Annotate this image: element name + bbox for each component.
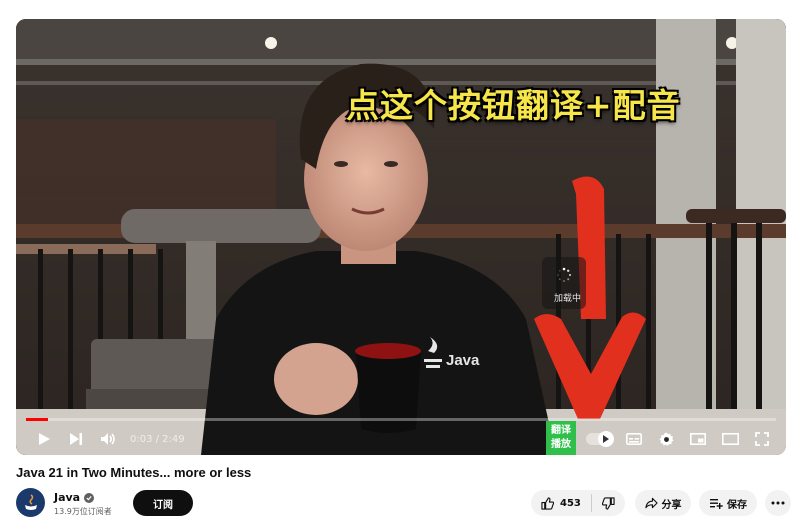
channel-name-text: Java [54,491,81,504]
share-icon [644,497,658,509]
translate-dub-button[interactable]: 翻译 播放 [546,421,576,455]
translate-label-1: 翻译 [551,425,571,436]
video-title: Java 21 in Two Minutes... more or less [16,465,252,480]
autoplay-knob [598,431,614,447]
translate-label-2: 播放 [551,439,571,450]
time-display: 0:03 / 2:49 [130,433,185,445]
dislike-button[interactable] [592,490,625,516]
player-controls: 0:03 / 2:49 翻译 播放 [16,421,786,455]
miniplayer-button[interactable] [682,423,714,455]
fullscreen-button[interactable] [746,423,778,455]
play-button[interactable] [28,423,60,455]
channel-avatar[interactable] [16,488,45,517]
progress-fill [26,418,48,421]
loading-text: 加载中 [554,294,582,304]
subtitles-icon [626,433,642,445]
autoplay-play-icon [603,435,609,443]
play-icon [39,433,50,445]
miniplayer-icon [690,433,706,445]
java-logo-icon [24,493,37,510]
theater-mode-button[interactable] [714,423,746,455]
subscriber-count: 13.9万位订阅者 [54,507,112,516]
more-horizontal-icon [771,501,785,505]
overlay-caption: 点这个按钮翻译+配音 [346,86,681,125]
settings-button[interactable] [650,423,682,455]
verified-icon [84,492,95,503]
settings-icon [658,431,674,446]
next-button[interactable] [60,423,92,455]
channel-name[interactable]: Java [54,491,95,504]
loading-spinner-icon [557,267,572,282]
volume-icon [101,433,115,445]
thumbs-up-icon [541,496,554,510]
loading-indicator: 加载中 [542,257,586,309]
next-icon [70,433,82,445]
autoplay-toggle[interactable] [586,431,614,447]
video-player[interactable]: Java 点这个按钮翻译+配音 加载中 0:03 / 2:49 翻译 播放 [16,19,786,455]
more-actions-button[interactable] [765,490,791,516]
fullscreen-icon [755,432,769,446]
like-count: 453 [560,497,581,509]
volume-button[interactable] [92,423,124,455]
subtitles-button[interactable] [618,423,650,455]
channel-row: Java 13.9万位订阅者 订阅 453 分享 保存 [16,488,791,518]
like-button[interactable]: 453 [531,490,591,516]
save-playlist-icon [710,499,723,509]
shirt-java-text: Java [446,352,480,369]
save-label: 保存 [727,499,747,511]
save-button[interactable]: 保存 [699,490,757,516]
share-button[interactable]: 分享 [635,490,691,516]
thumbs-down-icon [601,496,615,510]
share-label: 分享 [661,499,682,511]
subscribe-button[interactable]: 订阅 [133,490,193,516]
progress-bar[interactable] [26,418,776,421]
like-dislike-group: 453 [531,490,625,516]
theater-icon [721,433,739,445]
